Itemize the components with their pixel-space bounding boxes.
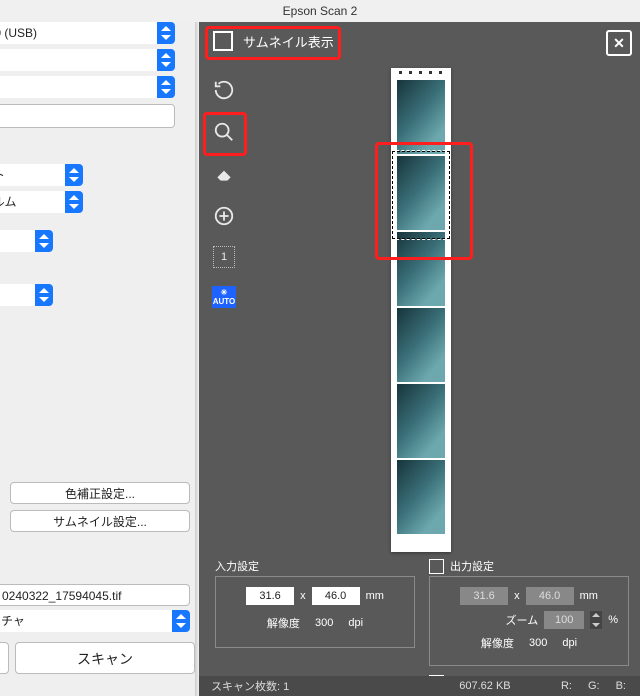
thumbnail-checkbox[interactable] [213, 31, 233, 51]
preview-pane: サムネイル表示 ✕ 1 ✳ AUTO [199, 22, 640, 696]
film-type-select[interactable]: カラーネガフィルム [0, 191, 83, 213]
zoom-icon[interactable] [212, 120, 236, 144]
film-frame[interactable] [397, 80, 445, 154]
film-frame[interactable] [397, 232, 445, 306]
thumbnail-bar: サムネイル表示 [199, 22, 640, 60]
status-r: R: [561, 680, 572, 692]
output-height-field: 46.0 [526, 587, 574, 605]
zoom-field: 100 [544, 611, 584, 629]
film-frame[interactable] [397, 384, 445, 458]
color-depth-select[interactable]: 24bit カラー [0, 230, 53, 252]
output-settings-label: 出力設定 [450, 558, 494, 574]
status-g: G: [588, 680, 600, 692]
input-width-field[interactable]: 31.6 [246, 587, 294, 605]
film-frame[interactable] [397, 308, 445, 382]
settings-select[interactable]: の設定 [0, 49, 175, 71]
mode-select[interactable]: トモード [0, 76, 175, 98]
select-one-icon[interactable]: 1 [213, 246, 235, 268]
device-select[interactable]: ON GT-S640/F740 (USB) [0, 22, 175, 44]
output-settings-checkbox[interactable] [429, 559, 444, 574]
selection-marquee[interactable] [391, 150, 451, 240]
scan-button[interactable]: スキャン [15, 642, 195, 674]
input-settings-label: 入力設定 [215, 558, 259, 574]
input-settings-panel: 31.6 x 46.0 mm 解像度 300 dpi [215, 576, 415, 648]
status-filesize: 607.62 KB [459, 680, 510, 692]
output-settings-panel: 31.6 x 46.0 mm ズーム 100 % 解像度 300 [429, 576, 629, 666]
add-icon[interactable] [212, 204, 236, 228]
close-icon[interactable]: ✕ [606, 30, 632, 56]
color-correction-button[interactable]: 色補正設定... [10, 482, 190, 504]
transparency-unit-value: 透過原稿ユニット [0, 168, 5, 182]
film-type-value: カラーネガフィルム [0, 195, 17, 209]
thumbnail-label: サムネイル表示 [243, 32, 334, 51]
eraser-icon[interactable] [212, 162, 236, 186]
filename-field[interactable]: 0240322_17594045.tif [0, 584, 190, 606]
quality-select[interactable]: 画質優先 [0, 284, 53, 306]
auto-icon[interactable]: ✳ AUTO [212, 286, 236, 308]
transparency-unit-select[interactable]: 透過原稿ユニット [0, 164, 83, 186]
film-strip-preview[interactable] [391, 68, 451, 552]
settings-pane: ON GT-S640/F740 (USB) の設定 トモード 拡張設定 透過原稿… [0, 22, 195, 696]
film-frame[interactable] [397, 460, 445, 534]
zoom-stepper[interactable] [590, 611, 602, 629]
output-width-field: 31.6 [460, 587, 508, 605]
destination-select[interactable]: チャ [0, 610, 190, 632]
device-value: ON GT-S640/F740 (USB) [0, 26, 37, 40]
thumbnail-settings-button[interactable]: サムネイル設定... [10, 510, 190, 532]
advanced-tab[interactable]: 拡張設定 [0, 104, 175, 128]
preview-toolbar: 1 ✳ AUTO [209, 78, 239, 308]
secondary-button[interactable] [0, 642, 9, 674]
status-b: B: [616, 680, 626, 692]
status-bar: スキャン枚数: 1 607.62 KB R: G: B: [199, 676, 640, 696]
input-height-field[interactable]: 46.0 [312, 587, 360, 605]
size-panels: 入力設定 31.6 x 46.0 mm 解像度 300 dpi [199, 558, 640, 672]
rotate-icon[interactable] [212, 78, 236, 102]
window-title: Epson Scan 2 [0, 0, 640, 22]
